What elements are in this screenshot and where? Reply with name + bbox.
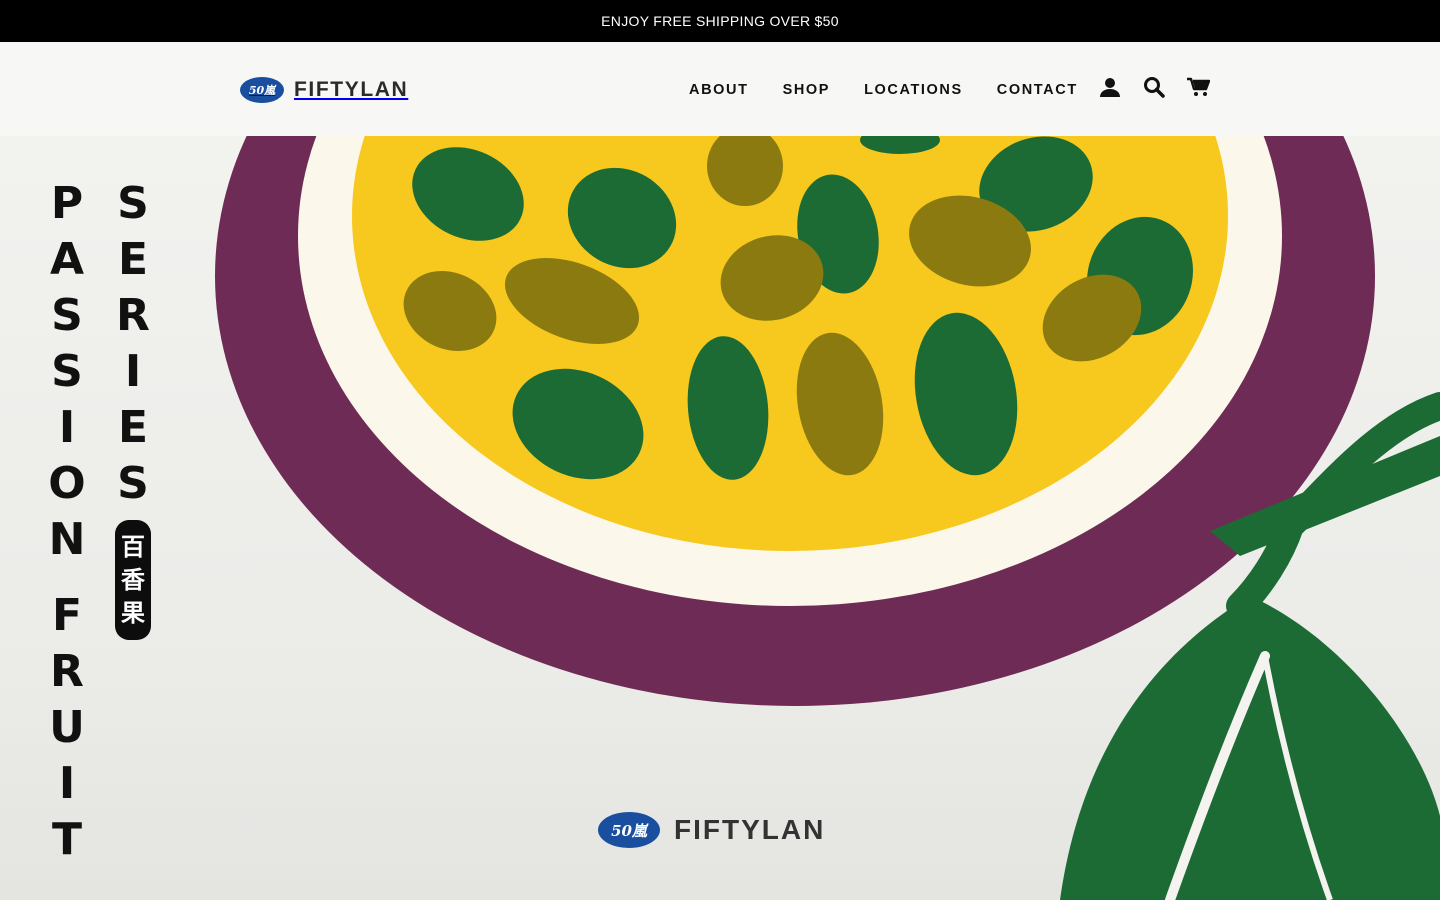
series-letter: E: [117, 234, 149, 285]
series-letter: I: [124, 346, 142, 397]
chinese-char: 香: [121, 566, 145, 594]
announcement-bar: ENJOY FREE SHIPPING OVER $50: [0, 0, 1440, 42]
title-letter: N: [48, 514, 86, 565]
hero-brand-mark-icon: 50嵐: [598, 812, 660, 848]
series-letter: S: [117, 178, 149, 229]
nav-locations[interactable]: LOCATIONS: [864, 82, 963, 98]
title-letter: U: [49, 702, 85, 753]
account-icon[interactable]: [1098, 75, 1122, 99]
chinese-char: 果: [121, 599, 145, 627]
series-vertical-title: S E R I E S 百 香 果: [108, 176, 158, 640]
main-nav: ABOUT SHOP LOCATIONS CONTACT: [689, 82, 1112, 98]
title-letter: A: [49, 234, 85, 285]
passion-fruit-illustration: [215, 136, 1440, 900]
search-icon[interactable]: [1142, 75, 1166, 99]
hero-banner[interactable]: P A S S I O N F R U I T S E R I E S 百 香 …: [0, 136, 1440, 900]
title-letter: S: [51, 346, 83, 397]
brand-logo[interactable]: 50嵐 FIFTYLAN: [240, 77, 408, 103]
passion-fruit-vertical-title: P A S S I O N F R U I T: [42, 176, 92, 868]
title-letter: P: [50, 178, 84, 229]
title-letter: F: [51, 590, 83, 641]
series-letter: S: [117, 458, 149, 509]
title-letter: O: [48, 458, 86, 509]
title-letter: I: [58, 402, 76, 453]
title-letter: S: [51, 290, 83, 341]
chinese-char: 百: [121, 533, 145, 561]
series-letter: R: [116, 290, 150, 341]
cart-icon[interactable]: [1186, 75, 1210, 99]
announcement-text: ENJOY FREE SHIPPING OVER $50: [601, 13, 839, 29]
nav-about[interactable]: ABOUT: [689, 82, 749, 98]
site-header: 50嵐 FIFTYLAN ABOUT SHOP LOCATIONS CONTAC…: [0, 42, 1440, 136]
title-letter: R: [50, 646, 84, 697]
hero-brand-logo: 50嵐 FIFTYLAN: [598, 812, 825, 848]
hero-brand-name: FIFTYLAN: [674, 814, 826, 845]
title-letter: I: [58, 758, 76, 809]
nav-shop[interactable]: SHOP: [783, 82, 831, 98]
nav-contact[interactable]: CONTACT: [997, 82, 1078, 98]
brand-mark-icon: 50嵐: [240, 77, 284, 103]
chinese-name-badge: 百 香 果: [115, 520, 151, 640]
title-letter: T: [51, 814, 82, 865]
series-letter: E: [117, 402, 149, 453]
header-icons: [1098, 75, 1210, 99]
brand-name: FIFTYLAN: [294, 78, 409, 101]
